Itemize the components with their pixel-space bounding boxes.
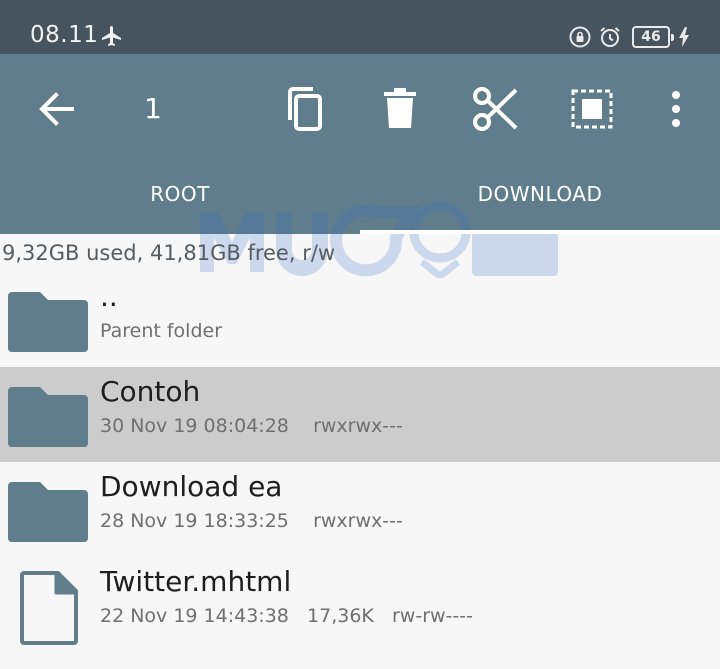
more-options-icon[interactable] — [664, 88, 688, 130]
file-icon — [20, 571, 78, 645]
status-time: 08.11 — [30, 22, 99, 48]
file-name: Download ea — [100, 470, 283, 503]
file-date: 30 Nov 19 08:04:28 — [100, 415, 289, 437]
select-all-icon[interactable] — [570, 88, 614, 130]
file-name: Twitter.mhtml — [100, 565, 292, 598]
list-item-download-ea[interactable]: Download ea 28 Nov 19 18:33:25 rwxrwx--- — [0, 462, 720, 557]
delete-icon[interactable] — [382, 88, 418, 130]
tab-download[interactable]: DOWNLOAD — [360, 174, 720, 234]
file-permissions: rw-rw---- — [392, 605, 473, 627]
list-item-parent-folder[interactable]: .. Parent folder — [0, 272, 720, 367]
file-size: 17,36K — [307, 605, 374, 627]
status-icons: 46 — [568, 24, 690, 50]
file-name: .. — [100, 280, 118, 313]
status-bar: 08.11 46 — [0, 0, 720, 54]
storage-info: 9,32GB used, 41,81GB free, r/w — [2, 241, 336, 265]
file-date: 22 Nov 19 14:43:38 — [100, 605, 289, 627]
folder-icon — [8, 292, 88, 352]
back-arrow-icon[interactable] — [36, 89, 76, 129]
file-meta: 30 Nov 19 08:04:28 rwxrwx--- — [100, 415, 403, 437]
battery-indicator: 46 — [632, 26, 674, 48]
cut-icon[interactable] — [472, 86, 520, 132]
folder-icon — [8, 482, 88, 542]
active-tab-indicator — [360, 230, 720, 234]
rotation-lock-icon — [569, 26, 591, 48]
file-permissions: rwxrwx--- — [313, 510, 403, 532]
file-meta: 22 Nov 19 14:43:38 17,36K rw-rw---- — [100, 605, 473, 627]
list-item-twitter-mhtml[interactable]: Twitter.mhtml 22 Nov 19 14:43:38 17,36K … — [0, 557, 720, 652]
copy-icon[interactable] — [282, 86, 326, 132]
file-meta: 28 Nov 19 18:33:25 rwxrwx--- — [100, 510, 403, 532]
selected-count: 1 — [144, 92, 162, 125]
folder-icon — [8, 387, 88, 447]
action-toolbar: 1 ROOT DOWNLOAD — [0, 54, 720, 278]
file-date: 28 Nov 19 18:33:25 — [100, 510, 289, 532]
tab-root[interactable]: ROOT — [0, 174, 360, 234]
charging-bolt-icon — [679, 27, 689, 47]
file-name: Contoh — [100, 375, 201, 408]
file-subtitle: Parent folder — [100, 320, 223, 342]
file-permissions: rwxrwx--- — [313, 415, 403, 437]
airplane-mode-icon — [102, 26, 121, 46]
alarm-icon — [600, 27, 620, 47]
list-item-contoh[interactable]: Contoh 30 Nov 19 08:04:28 rwxrwx--- — [0, 367, 720, 462]
